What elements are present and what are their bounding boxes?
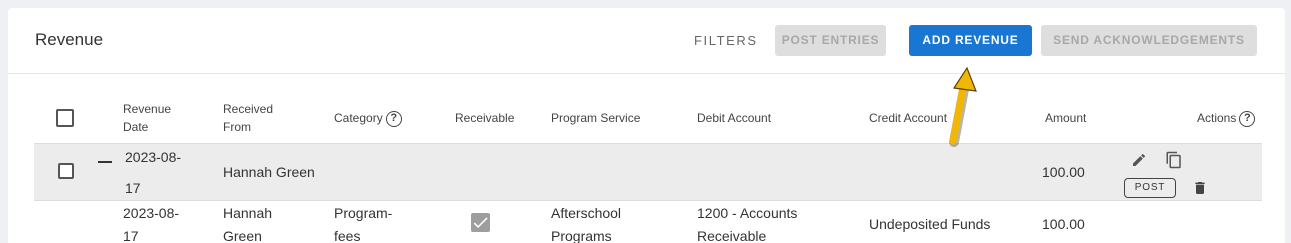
- column-header-received-from-line2: From: [223, 120, 251, 134]
- detail-revenue-date: 2023-08- 17: [123, 202, 179, 243]
- column-header-actions: Actions?: [1197, 109, 1256, 127]
- column-header-category[interactable]: Category?: [334, 109, 402, 127]
- trash-icon[interactable]: [1192, 179, 1208, 197]
- receivable-checkbox: [471, 213, 490, 232]
- table-row-group: 2023-08- 17 Hannah Green 100.00 POST: [34, 144, 1262, 200]
- column-header-program-service[interactable]: Program Service: [551, 109, 640, 127]
- detail-revenue-date-line2: 17: [123, 228, 139, 243]
- detail-debit-account-line2: Receivable: [697, 228, 767, 243]
- detail-debit-account-line1: 1200 - Accounts: [697, 205, 798, 221]
- column-header-category-label: Category: [334, 111, 383, 125]
- group-received-from: Hannah Green: [223, 164, 315, 180]
- minus-icon[interactable]: [98, 161, 112, 163]
- row-checkbox[interactable]: [58, 163, 74, 179]
- detail-credit-account: Undeposited Funds: [869, 216, 991, 232]
- select-all-checkbox[interactable]: [56, 109, 74, 127]
- page-title: Revenue: [35, 30, 104, 49]
- column-header-received-from[interactable]: Received From: [223, 100, 273, 136]
- column-header-revenue-date[interactable]: Revenue Date: [123, 100, 171, 136]
- send-acknowledgements-button[interactable]: SEND ACKNOWLEDGEMENTS: [1041, 25, 1257, 56]
- header-divider: [8, 73, 1285, 74]
- filters-button[interactable]: FILTERS: [694, 33, 758, 48]
- detail-debit-account: 1200 - Accounts Receivable: [697, 202, 797, 243]
- add-revenue-button[interactable]: ADD REVENUE: [909, 25, 1032, 56]
- detail-category-line1: Program-: [334, 205, 393, 221]
- column-header-revenue-date-line2: Date: [123, 120, 149, 134]
- group-revenue-date-line2: 17: [125, 180, 141, 196]
- column-header-amount[interactable]: Amount: [1045, 109, 1086, 127]
- group-amount: 100.00: [1042, 164, 1085, 180]
- detail-received-from: Hannah Green: [223, 202, 272, 243]
- detail-received-from-line2: Green: [223, 228, 262, 243]
- copy-icon[interactable]: [1165, 151, 1183, 169]
- check-icon: [473, 217, 488, 229]
- detail-revenue-date-line1: 2023-08-: [123, 205, 180, 221]
- column-header-received-from-line1: Received: [223, 102, 274, 116]
- column-header-revenue-date-line1: Revenue: [123, 102, 172, 116]
- detail-category-line2: fees: [334, 228, 361, 243]
- group-revenue-date: 2023-08- 17: [125, 146, 181, 200]
- post-entries-button[interactable]: POST ENTRIES: [775, 25, 886, 56]
- column-header-debit-account[interactable]: Debit Account: [697, 109, 771, 127]
- post-button[interactable]: POST: [1124, 178, 1176, 198]
- help-circle-icon[interactable]: ?: [385, 110, 402, 127]
- column-header-actions-label: Actions: [1197, 111, 1237, 125]
- group-revenue-date-line1: 2023-08-: [125, 149, 182, 165]
- detail-program-service-line1: Afterschool: [551, 205, 622, 221]
- column-header-credit-account[interactable]: Credit Account: [869, 109, 947, 127]
- group-row-divider: [34, 200, 1262, 201]
- column-header-receivable[interactable]: Receivable: [455, 109, 514, 127]
- detail-amount: 100.00: [1042, 216, 1085, 232]
- pencil-icon[interactable]: [1131, 152, 1147, 168]
- detail-category: Program- fees: [334, 202, 392, 243]
- revenue-card: Revenue FILTERS POST ENTRIES ADD REVENUE…: [8, 8, 1285, 243]
- detail-program-service-line2: Programs: [551, 228, 612, 243]
- arrow-icon: [949, 66, 977, 147]
- detail-received-from-line1: Hannah: [223, 205, 273, 221]
- help-circle-icon[interactable]: ?: [1239, 110, 1256, 127]
- detail-program-service: Afterschool Programs: [551, 202, 621, 243]
